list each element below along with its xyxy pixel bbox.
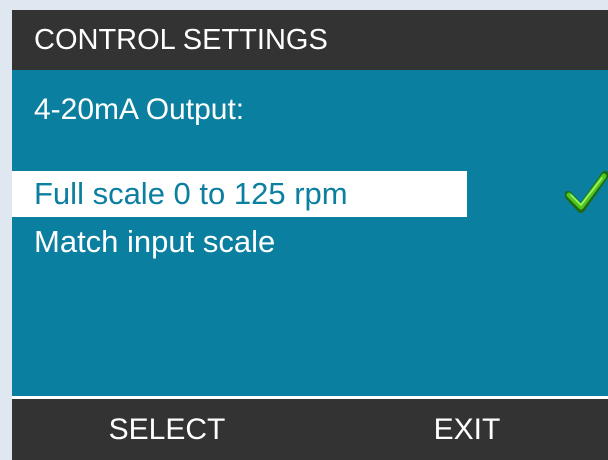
control-settings-screen: CONTROL SETTINGS 4-20mA Output: Full sca… — [12, 10, 608, 460]
exit-button[interactable]: EXIT — [392, 399, 542, 460]
device-display-frame: CONTROL SETTINGS 4-20mA Output: Full sca… — [0, 0, 608, 460]
output-setting-label: 4-20mA Output: — [34, 93, 245, 126]
softkey-bar: SELECT EXIT — [12, 396, 608, 460]
check-icon — [565, 171, 608, 213]
screen-title: CONTROL SETTINGS — [12, 10, 608, 70]
select-button[interactable]: SELECT — [72, 399, 262, 460]
option-match-input-scale[interactable]: Match input scale — [12, 219, 467, 265]
option-full-scale[interactable]: Full scale 0 to 125 rpm — [12, 171, 467, 217]
